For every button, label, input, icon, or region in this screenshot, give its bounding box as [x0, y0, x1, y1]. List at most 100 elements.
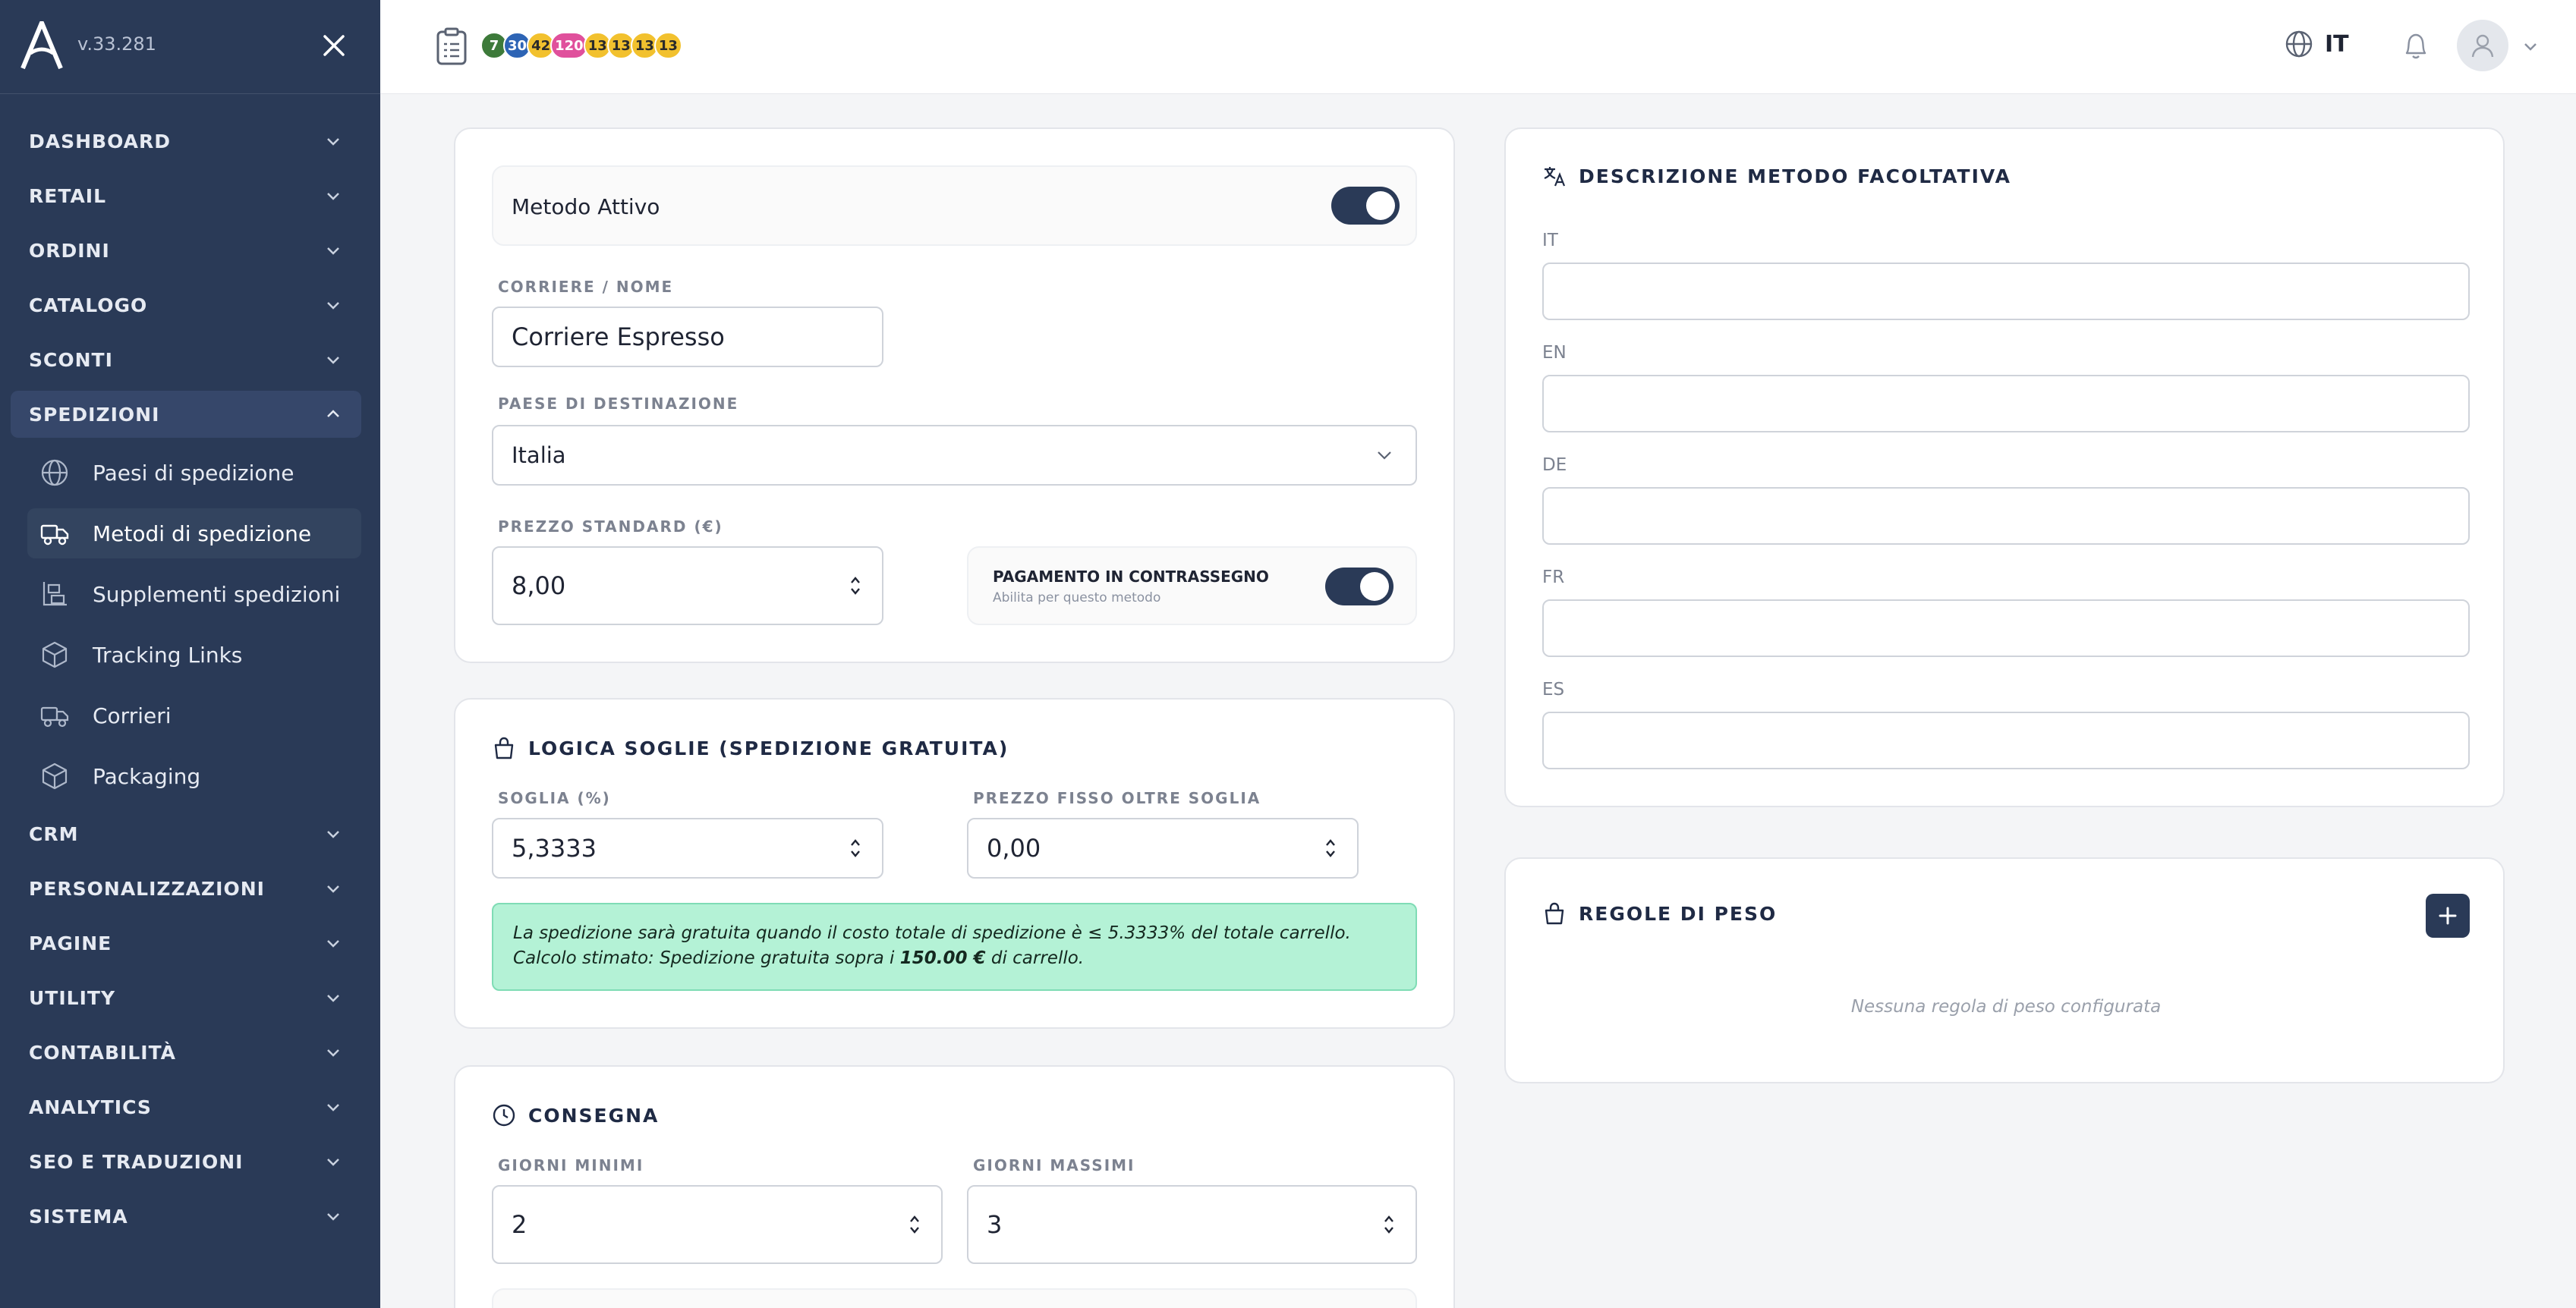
method-card: Metodo Attivo CORRIERE / NOME Corriere E…	[454, 127, 1455, 663]
globe-icon	[41, 459, 68, 486]
cod-subtitle: Abilita per questo metodo	[993, 590, 1161, 605]
chevron-down-icon	[327, 885, 339, 893]
bag-icon	[1545, 902, 1564, 925]
menu-item-pagine[interactable]: PAGINE	[11, 920, 361, 967]
status-badge[interactable]: 120	[550, 32, 588, 59]
delivery-extra-row	[492, 1288, 1417, 1308]
weight-rules-empty: Nessuna regola di peso configurata	[1850, 997, 2162, 1017]
desc-input-fr[interactable]	[1542, 599, 2470, 657]
desc-input-en[interactable]	[1542, 375, 2470, 432]
destination-country-select[interactable]: Italia	[492, 425, 1417, 486]
stepper-icon[interactable]	[849, 574, 862, 598]
desc-input-it[interactable]	[1542, 263, 2470, 320]
menu-item-sconti[interactable]: SCONTI	[11, 336, 361, 383]
carrier-name-label: CORRIERE / NOME	[498, 278, 674, 296]
submenu-item-metodi[interactable]: Metodi di spedizione	[27, 508, 361, 558]
chevron-down-icon	[327, 1213, 339, 1221]
min-days-label: GIORNI MINIMI	[498, 1156, 644, 1174]
weight-rules-title: REGOLE DI PESO	[1542, 901, 1777, 926]
close-icon[interactable]	[319, 30, 349, 61]
submenu-item-tracking[interactable]: Tracking Links	[27, 630, 361, 680]
submenu-item-packaging[interactable]: Packaging	[27, 751, 361, 801]
threshold-card: LOGICA SOGLIE (SPEDIZIONE GRATUITA) SOGL…	[454, 698, 1455, 1029]
menu-item-analytics[interactable]: ANALYTICS	[11, 1083, 361, 1130]
add-weight-rule-button[interactable]	[2426, 894, 2470, 938]
chevron-down-icon	[327, 138, 339, 146]
translate-icon	[1544, 167, 1566, 187]
carrier-name-input[interactable]: Corriere Espresso	[492, 307, 883, 367]
menu-item-catalogo[interactable]: CATALOGO	[11, 281, 361, 329]
clock-icon	[493, 1104, 515, 1127]
menu-item-seo[interactable]: SEO E TRADUZIONI	[11, 1138, 361, 1185]
notification-badges: 7 30 42 120 13 13 13 13	[480, 32, 682, 59]
truck-icon	[40, 706, 69, 728]
desc-input-es[interactable]	[1542, 712, 2470, 769]
menu-item-crm[interactable]: CRM	[11, 810, 361, 857]
stepper-icon[interactable]	[1382, 1212, 1396, 1237]
topbar: 7 30 42 120 13 13 13 13 IT	[380, 0, 2576, 94]
desc-lang-fr-label: FR	[1542, 568, 1565, 587]
info-line-1: La spedizione sarà gratuita quando il co…	[513, 923, 1351, 943]
submenu-item-corrieri[interactable]: Corrieri	[27, 690, 361, 740]
active-method-label: Metodo Attivo	[512, 194, 660, 219]
menu-item-retail[interactable]: RETAIL	[11, 172, 361, 219]
menu-item-personalizzazioni[interactable]: PERSONALIZZAZIONI	[11, 865, 361, 912]
active-method-toggle[interactable]	[1331, 187, 1400, 225]
menu-item-dashboard[interactable]: DASHBOARD	[11, 118, 361, 165]
menu-item-contabilita[interactable]: CONTABILITÀ	[11, 1029, 361, 1076]
desc-lang-en-label: EN	[1542, 343, 1567, 363]
menu-item-ordini[interactable]: ORDINI	[11, 227, 361, 274]
delivery-title: CONSEGNA	[492, 1103, 659, 1127]
package-icon	[42, 762, 68, 790]
threshold-title: LOGICA SOGLIE (SPEDIZIONE GRATUITA)	[492, 736, 1009, 760]
chevron-up-icon	[327, 410, 339, 417]
stepper-icon[interactable]	[908, 1212, 921, 1237]
plus-icon	[2439, 907, 2457, 925]
delivery-card: CONSEGNA GIORNI MINIMI 2 GIORNI MASSIMI …	[454, 1065, 1455, 1308]
stepper-icon[interactable]	[849, 836, 862, 860]
user-icon	[2471, 34, 2494, 58]
avatar[interactable]	[2457, 20, 2508, 71]
fixed-price-input[interactable]: 0,00	[967, 818, 1359, 879]
chevron-down-icon[interactable]	[2522, 38, 2539, 55]
language-switcher[interactable]: IT	[2284, 29, 2349, 59]
chevron-down-icon	[327, 302, 339, 310]
description-card: DESCRIZIONE METODO FACOLTATIVA IT EN DE …	[1504, 127, 2505, 807]
stepper-icon[interactable]	[1324, 836, 1337, 860]
cod-row: PAGAMENTO IN CONTRASSEGNO Abilita per qu…	[967, 546, 1417, 625]
threshold-input[interactable]: 5,3333	[492, 818, 883, 879]
desc-input-de[interactable]	[1542, 487, 2470, 545]
globe-icon	[2285, 30, 2313, 58]
sidebar: v.33.281 DASHBOARD RETAIL ORDINI CATALOG…	[0, 0, 380, 1308]
min-days-input[interactable]: 2	[492, 1185, 943, 1264]
description-title: DESCRIZIONE METODO FACOLTATIVA	[1542, 164, 2011, 188]
chevron-down-icon	[327, 247, 339, 255]
logo-icon[interactable]	[20, 21, 64, 70]
standard-price-input[interactable]: 8,00	[492, 546, 883, 625]
menu-item-sistema[interactable]: SISTEMA	[11, 1193, 361, 1240]
max-days-input[interactable]: 3	[967, 1185, 1417, 1264]
chevron-down-icon	[327, 1104, 339, 1111]
submenu-item-supplementi[interactable]: Supplementi spedizioni	[27, 569, 361, 619]
threshold-label: SOGLIA (%)	[498, 789, 611, 807]
chevron-down-icon	[327, 831, 339, 838]
chevron-down-icon	[1378, 451, 1391, 460]
menu-item-spedizioni[interactable]: SPEDIZIONI	[11, 391, 361, 438]
clipboard-icon[interactable]	[435, 27, 468, 65]
chevron-down-icon	[327, 193, 339, 200]
package-icon	[42, 641, 68, 668]
bell-icon[interactable]	[2401, 29, 2431, 62]
chevron-down-icon	[327, 357, 339, 364]
destination-country-label: PAESE DI DESTINAZIONE	[498, 395, 739, 413]
cod-toggle[interactable]	[1325, 568, 1393, 605]
boxes-icon	[43, 582, 67, 606]
desc-lang-it-label: IT	[1542, 231, 1558, 250]
fixed-price-label: PREZZO FISSO OLTRE SOGLIA	[973, 789, 1261, 807]
status-badge[interactable]: 13	[653, 32, 682, 59]
weight-rules-card: REGOLE DI PESO Nessuna regola di peso co…	[1504, 857, 2505, 1083]
bag-icon	[494, 737, 514, 759]
version-label: v.33.281	[77, 33, 156, 55]
max-days-label: GIORNI MASSIMI	[973, 1156, 1135, 1174]
menu-item-utility[interactable]: UTILITY	[11, 974, 361, 1021]
submenu-item-paesi[interactable]: Paesi di spedizione	[27, 448, 361, 498]
